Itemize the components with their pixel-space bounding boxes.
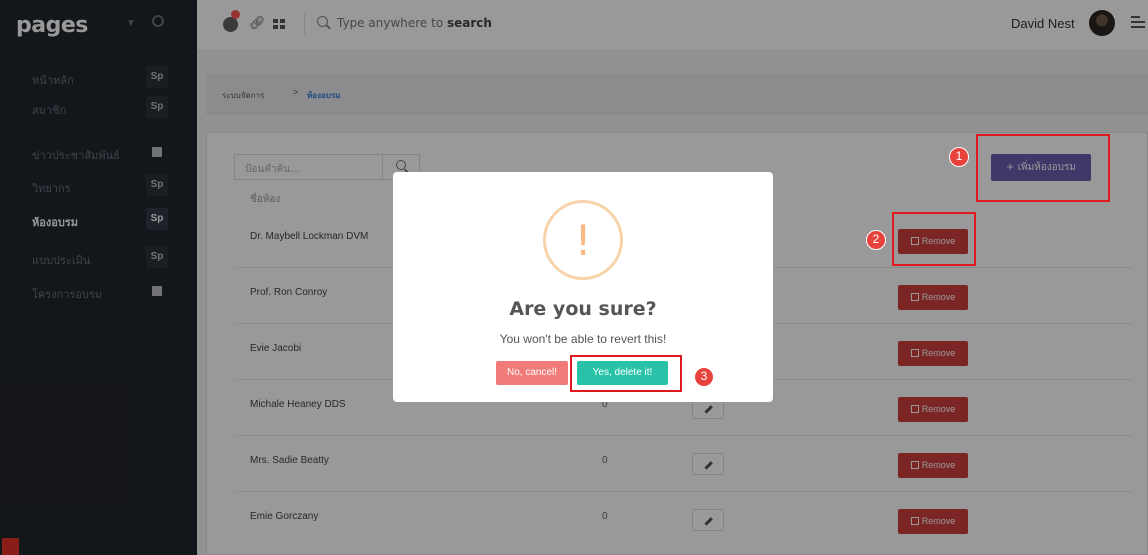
dialog-message: You won't be able to revert this! xyxy=(499,332,667,346)
annotation-number: 3 xyxy=(694,367,714,387)
warning-icon: ! xyxy=(543,200,623,280)
annotation-box-confirm xyxy=(570,355,682,392)
dialog-title: Are you sure? xyxy=(509,298,657,320)
cancel-button[interactable]: No, cancel! xyxy=(496,361,568,385)
annotation-box-add xyxy=(976,134,1110,202)
annotation-box-remove xyxy=(892,212,976,266)
annotation-number: 2 xyxy=(866,230,886,250)
annotation-number: 1 xyxy=(949,147,969,167)
